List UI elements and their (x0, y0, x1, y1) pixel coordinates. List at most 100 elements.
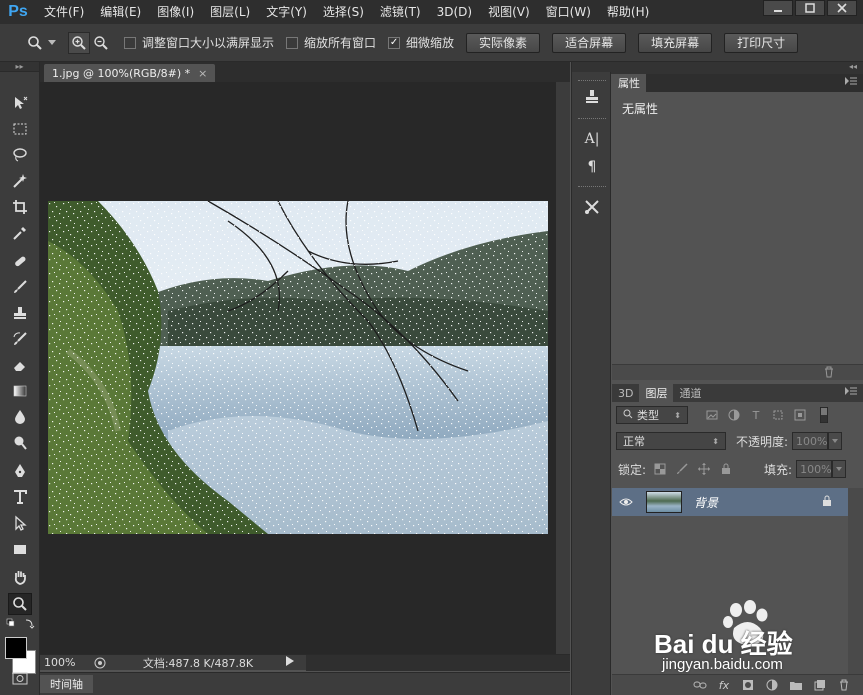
panel-menu-icon[interactable] (845, 74, 857, 88)
type-tool-icon[interactable] (8, 486, 32, 508)
eraser-tool-icon[interactable] (8, 354, 32, 376)
history-panel-icon[interactable] (581, 86, 603, 108)
zoom-all-windows-checkbox[interactable]: 缩放所有窗口 (286, 34, 376, 51)
opacity-dropdown-icon[interactable] (828, 432, 843, 450)
menu-help[interactable]: 帮助(H) (599, 0, 657, 24)
minimize-icon[interactable] (763, 0, 793, 16)
eyedropper-tool-icon[interactable] (8, 222, 32, 244)
link-layers-icon[interactable] (693, 678, 707, 692)
scrubby-zoom-checkbox[interactable]: ✓ 细微缩放 (388, 34, 454, 51)
filter-smart-object-icon[interactable] (792, 407, 808, 423)
tab-channels[interactable]: 通道 (673, 384, 707, 402)
maximize-icon[interactable] (795, 0, 825, 16)
opacity-input[interactable]: 100% (792, 432, 829, 450)
menu-view[interactable]: 视图(V) (480, 0, 538, 24)
status-menu-arrow-icon[interactable] (286, 656, 300, 669)
document-image[interactable] (48, 201, 548, 534)
fill-input[interactable]: 100% (796, 460, 833, 478)
marquee-tool-icon[interactable] (8, 118, 32, 140)
menu-filter[interactable]: 滤镜(T) (372, 0, 429, 24)
checkmark-icon[interactable]: ✓ (388, 36, 401, 49)
vertical-scrollbar[interactable] (556, 82, 570, 654)
document-tab[interactable]: 1.jpg @ 100%(RGB/8#) * × (44, 64, 216, 82)
delete-layer-icon[interactable] (837, 678, 851, 692)
menu-select[interactable]: 选择(S) (315, 0, 372, 24)
history-brush-tool-icon[interactable] (8, 328, 32, 350)
print-size-button[interactable]: 打印尺寸 (724, 32, 799, 53)
layer-name[interactable]: 背景 (694, 494, 718, 511)
zoom-level[interactable]: 100% (40, 656, 90, 669)
actual-pixels-button[interactable]: 实际像素 (466, 32, 541, 53)
tab-3d[interactable]: 3D (612, 384, 639, 402)
lock-all-icon[interactable] (718, 461, 734, 477)
tab-properties[interactable]: 属性 (612, 74, 646, 92)
close-tab-icon[interactable]: × (198, 67, 207, 80)
dock-collapse-icon[interactable] (572, 62, 612, 72)
close-icon[interactable] (827, 0, 857, 16)
magic-wand-tool-icon[interactable] (8, 170, 32, 192)
add-mask-icon[interactable] (741, 678, 755, 692)
pen-tool-icon[interactable] (8, 460, 32, 482)
clone-stamp-tool-icon[interactable] (8, 302, 32, 324)
path-selection-tool-icon[interactable] (8, 512, 32, 534)
fill-dropdown-icon[interactable] (832, 460, 847, 478)
gradient-tool-icon[interactable] (8, 380, 32, 402)
filter-shape-layer-icon[interactable] (770, 407, 786, 423)
zoom-out-icon[interactable] (90, 32, 112, 54)
lock-transparent-pixels-icon[interactable] (652, 461, 668, 477)
fit-screen-button[interactable]: 适合屏幕 (552, 32, 627, 53)
tool-preset-chevron-down-icon[interactable] (46, 32, 58, 54)
filter-pixel-layer-icon[interactable] (704, 407, 720, 423)
right-panel-collapse[interactable]: ◂◂ (611, 62, 863, 74)
move-tool-icon[interactable] (8, 92, 32, 114)
eye-icon[interactable] (612, 497, 640, 507)
horizontal-scrollbar[interactable] (306, 654, 570, 671)
foreground-color-swatch[interactable] (5, 637, 27, 659)
filter-toggle-switch[interactable] (816, 407, 832, 423)
tab-layers[interactable]: 图层 (639, 384, 674, 402)
tool-presets-panel-icon[interactable] (581, 196, 603, 218)
filter-type-layer-icon[interactable]: T (748, 407, 764, 423)
checkbox-box[interactable] (124, 36, 136, 49)
fill-screen-button[interactable]: 填充屏幕 (638, 32, 713, 53)
hand-tool-icon[interactable] (8, 566, 32, 588)
zoom-icon[interactable] (24, 32, 46, 54)
default-colors-icon[interactable] (6, 618, 36, 630)
document-info-icon[interactable] (90, 657, 110, 669)
brush-tool-icon[interactable] (8, 276, 32, 298)
layer-row-background[interactable]: 背景 (612, 488, 848, 516)
lock-image-pixels-icon[interactable] (674, 461, 690, 477)
resize-windows-checkbox[interactable]: 调整窗口大小以满屏显示 (124, 34, 274, 51)
layer-filter-select[interactable]: 类型 ⬍ (616, 406, 688, 424)
new-layer-icon[interactable] (813, 678, 827, 692)
blur-tool-icon[interactable] (8, 406, 32, 428)
zoom-in-icon[interactable] (68, 31, 90, 54)
adjustment-layer-icon[interactable] (765, 678, 779, 692)
menu-window[interactable]: 窗口(W) (538, 0, 599, 24)
layer-lock-icon[interactable] (822, 495, 832, 510)
checkbox-box[interactable] (286, 36, 299, 49)
layers-panel-menu-icon[interactable] (845, 384, 857, 398)
menu-image[interactable]: 图像(I) (149, 0, 202, 24)
new-group-icon[interactable] (789, 678, 803, 692)
crop-tool-icon[interactable] (8, 196, 32, 218)
toolbar-collapse-icon[interactable]: ▸▸ (0, 62, 39, 72)
menu-type[interactable]: 文字(Y) (258, 0, 315, 24)
menu-edit[interactable]: 编辑(E) (92, 0, 149, 24)
zoom-tool-icon[interactable] (8, 593, 32, 615)
menu-layer[interactable]: 图层(L) (202, 0, 258, 24)
filter-adjustment-layer-icon[interactable] (726, 407, 742, 423)
rectangle-tool-icon[interactable] (8, 538, 32, 560)
layer-style-fx-icon[interactable]: fx (717, 678, 731, 692)
trash-icon[interactable] (823, 366, 835, 381)
character-panel-icon[interactable]: A| (581, 128, 603, 150)
menu-file[interactable]: 文件(F) (36, 0, 92, 24)
lock-position-icon[interactable] (696, 461, 712, 477)
paragraph-panel-icon[interactable]: ¶ (581, 156, 603, 178)
menu-3d[interactable]: 3D(D) (429, 0, 480, 24)
blend-mode-select[interactable]: 正常 ⬍ (616, 432, 726, 450)
timeline-tab[interactable]: 时间轴 (40, 675, 93, 693)
lasso-tool-icon[interactable] (8, 144, 32, 166)
quick-mask-icon[interactable] (12, 672, 30, 686)
dodge-tool-icon[interactable] (8, 432, 32, 454)
